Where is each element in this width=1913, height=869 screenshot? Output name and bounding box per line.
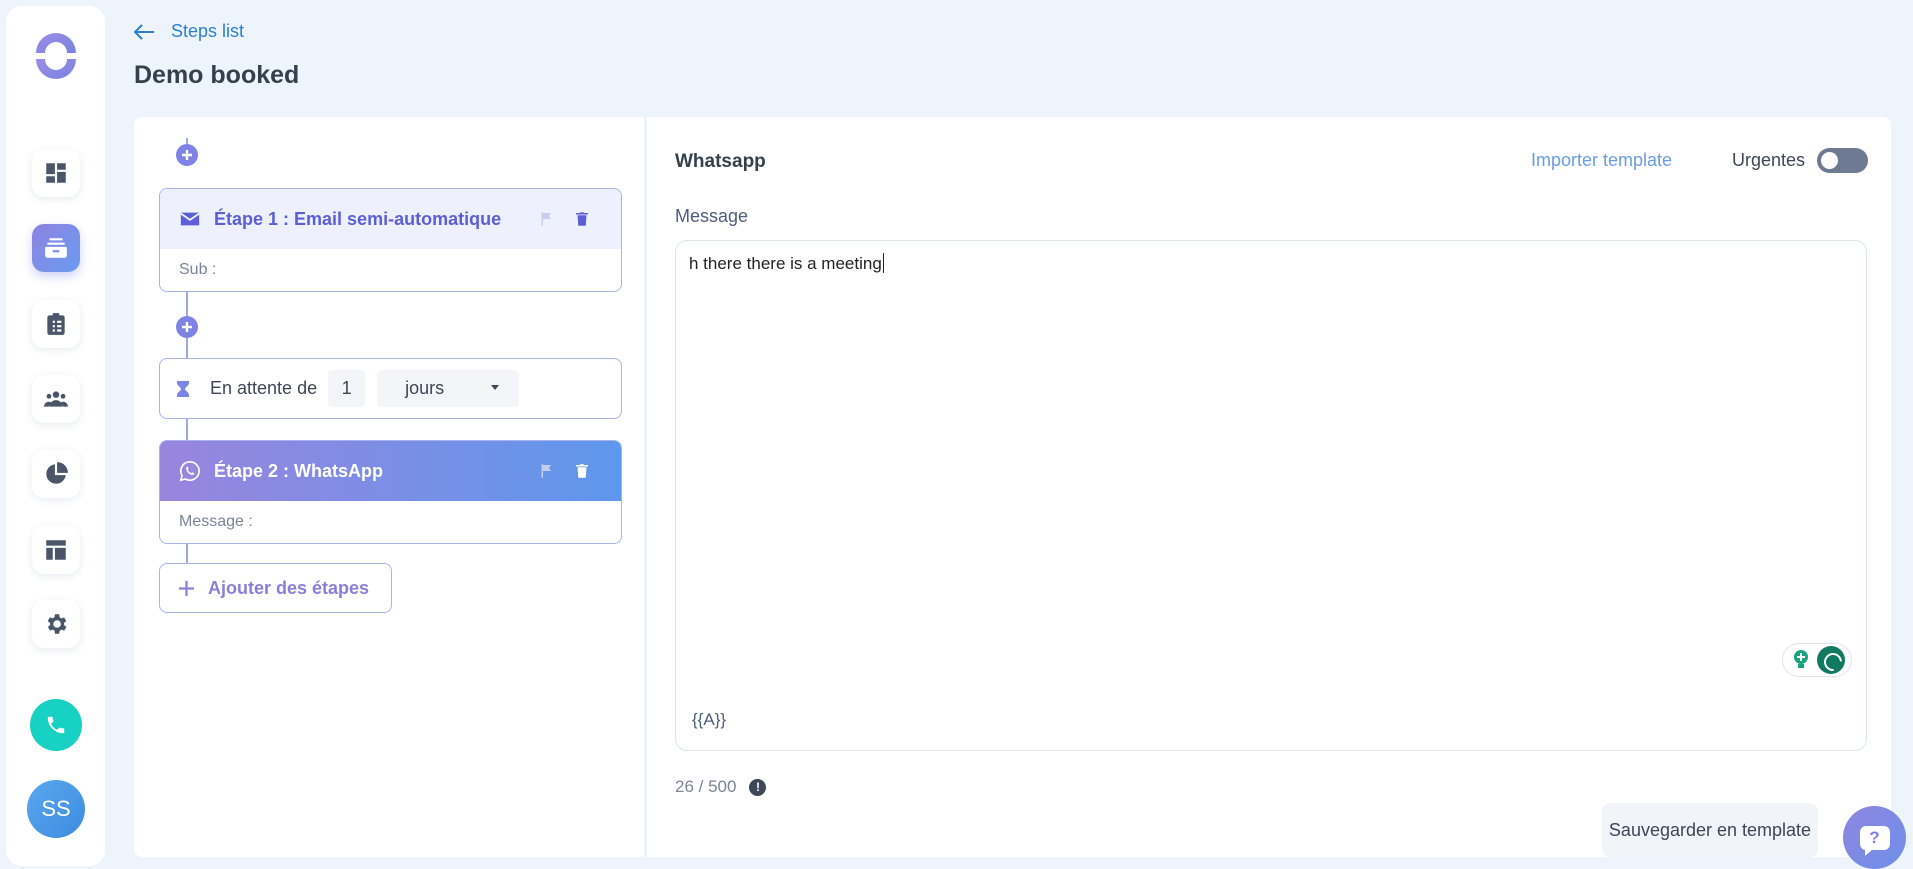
- step-subject: Sub :: [179, 261, 217, 278]
- grammar-assistant[interactable]: [1782, 643, 1852, 677]
- step-header[interactable]: Étape 1 : Email semi-automatique: [160, 189, 621, 249]
- help-icon: ?: [1859, 825, 1890, 856]
- flag-icon[interactable]: [537, 462, 555, 480]
- back-link-label: Steps list: [171, 21, 245, 41]
- wait-step: En attente de 1 jours: [159, 358, 622, 419]
- hourglass-icon: [177, 380, 189, 397]
- plus-icon: [182, 322, 192, 332]
- whatsapp-icon: [179, 460, 201, 482]
- arrow-left-icon: [133, 23, 154, 40]
- plus-icon: [179, 580, 194, 596]
- wait-label: En attente de: [210, 378, 318, 398]
- urgent-toggle[interactable]: [1817, 148, 1868, 173]
- step-title: Étape 2 : WhatsApp: [214, 460, 384, 481]
- grammarly-icon: [1817, 646, 1845, 674]
- save-template-button[interactable]: Sauvegarder en template: [1602, 803, 1818, 857]
- wait-unit-select[interactable]: jours: [377, 370, 520, 407]
- step-title: Étape 1 : Email semi-automatique: [214, 208, 502, 229]
- channel-title: Whatsapp: [675, 151, 766, 172]
- message-textarea[interactable]: h there there is a meeting {{A}}: [675, 240, 1867, 751]
- sidebar-item-contacts[interactable]: [32, 375, 80, 423]
- layout-icon: [46, 540, 66, 560]
- message-editor: Whatsapp Importer template Urgentes Mess…: [650, 117, 1891, 857]
- wait-unit-value: jours: [405, 378, 445, 398]
- phone-icon: [47, 716, 65, 734]
- phone-button[interactable]: [30, 699, 82, 751]
- main-card: Étape 1 : Email semi-automatique Sub : E…: [134, 117, 1891, 857]
- text-cursor: [882, 253, 884, 273]
- wait-duration-input[interactable]: 1: [328, 370, 366, 407]
- variable-token[interactable]: {{A}}: [692, 710, 726, 730]
- sidebar: SS: [6, 6, 105, 866]
- step-message: Message :: [179, 513, 253, 530]
- plus-icon: [182, 150, 192, 160]
- add-steps-label: Ajouter des étapes: [208, 577, 370, 598]
- pie-chart-icon: [46, 462, 68, 484]
- import-template-link[interactable]: Importer template: [1531, 150, 1672, 171]
- step-card-1[interactable]: Étape 1 : Email semi-automatique Sub :: [159, 188, 622, 292]
- page-title: Demo booked: [134, 61, 300, 89]
- step-card-2[interactable]: Étape 2 : WhatsApp Message :: [159, 440, 622, 544]
- message-text: h there there is a meeting: [689, 253, 884, 273]
- lightbulb-icon: [1794, 650, 1808, 668]
- email-icon: [179, 208, 201, 230]
- sidebar-item-sequences[interactable]: [32, 224, 80, 272]
- sidebar-item-dashboard[interactable]: [32, 149, 80, 197]
- counter-value: 26 / 500: [675, 777, 737, 796]
- toggle-knob: [1821, 152, 1838, 169]
- step-header[interactable]: Étape 2 : WhatsApp: [160, 441, 621, 501]
- trash-icon[interactable]: [573, 462, 591, 480]
- steps-column: Étape 1 : Email semi-automatique Sub : E…: [134, 117, 647, 857]
- sidebar-item-templates[interactable]: [32, 526, 80, 574]
- urgent-label: Urgentes: [1732, 150, 1806, 170]
- sidebar-item-reports[interactable]: [32, 450, 80, 498]
- gear-icon: [47, 614, 67, 634]
- add-step-dot[interactable]: [176, 144, 198, 166]
- trash-icon[interactable]: [573, 210, 591, 228]
- message-label: Message: [675, 206, 749, 226]
- add-steps-button[interactable]: Ajouter des étapes: [159, 563, 392, 613]
- app-logo[interactable]: [32, 32, 80, 80]
- sidebar-item-tasks[interactable]: [32, 300, 80, 348]
- help-chat-button[interactable]: ?: [1843, 806, 1906, 869]
- timeline-line: [186, 544, 188, 563]
- dashboard-icon: [46, 163, 66, 183]
- people-icon: [44, 391, 68, 407]
- clipboard-icon: [47, 313, 65, 335]
- stack-icon: [45, 238, 67, 258]
- sidebar-item-settings[interactable]: [32, 600, 80, 648]
- add-step-dot[interactable]: [176, 316, 198, 338]
- caret-down-icon: [491, 385, 500, 390]
- character-counter: 26 / 500 !: [675, 777, 767, 797]
- back-link[interactable]: Steps list: [133, 21, 244, 42]
- avatar[interactable]: SS: [27, 780, 85, 838]
- timeline-line: [186, 419, 188, 440]
- flag-icon[interactable]: [537, 210, 555, 228]
- info-icon[interactable]: !: [749, 778, 767, 796]
